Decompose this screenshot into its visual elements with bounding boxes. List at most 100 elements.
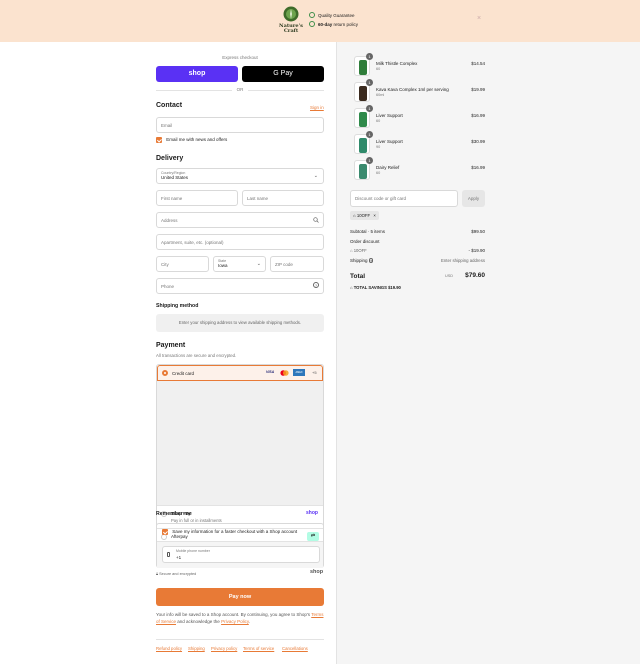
cancellations-link[interactable]: Cancellations — [282, 646, 308, 651]
first-name-field[interactable]: First name — [156, 190, 238, 206]
quantity-badge: 1 — [366, 157, 373, 164]
product-image — [359, 138, 367, 153]
shipping-method-heading: Shipping method — [156, 303, 199, 309]
express-checkout-label: Express checkout — [222, 55, 258, 60]
last-name-field[interactable]: Last name — [242, 190, 324, 206]
remember-me-box: Save my information for a faster checkou… — [156, 523, 324, 568]
more-cards-badge: +5 — [312, 370, 317, 375]
discount-value: - $19.90 — [468, 248, 485, 253]
legal-text: Your info will be saved to a Shop accoun… — [156, 612, 324, 624]
sign-in-link[interactable]: Sign in — [310, 105, 324, 110]
total-label: Total — [350, 273, 366, 280]
privacy-link[interactable]: Privacy Policy — [221, 619, 249, 624]
refund-policy-link[interactable]: Refund policy — [156, 646, 182, 651]
product-variant: 60ml — [376, 93, 385, 97]
news-checkbox[interactable] — [156, 137, 162, 143]
help-icon[interactable]: ? — [368, 258, 374, 263]
product-image — [359, 112, 367, 127]
tag-icon: ⌂ — [353, 213, 356, 218]
shipping-method-note: Enter your shipping address to view avai… — [156, 314, 324, 332]
phone-placeholder: Phone — [161, 284, 175, 289]
city-field[interactable]: City — [156, 256, 209, 272]
search-icon — [313, 217, 319, 223]
email-field[interactable]: Email — [156, 117, 324, 133]
visa-icon: VISA — [266, 370, 275, 374]
quantity-badge: 1 — [366, 131, 373, 138]
product-name: Milk Thistle Complex — [376, 61, 418, 66]
shop-logo: shop — [310, 569, 324, 575]
mastercard-icon — [280, 370, 289, 376]
state-value: Iowa — [218, 263, 228, 268]
mobile-section: Mobile phone number +1 — [157, 541, 323, 568]
or-divider-label: OR — [232, 87, 248, 92]
remember-me-heading: Remember me — [156, 511, 192, 517]
pay-now-button[interactable]: Pay now — [156, 588, 324, 606]
save-info-row[interactable]: Save my information for a faster checkou… — [162, 529, 297, 535]
discount-field[interactable]: Discount code or gift card — [350, 190, 458, 207]
save-info-label: Save my information for a faster checkou… — [172, 529, 298, 535]
brand-logo[interactable]: Nature's Craft — [278, 6, 304, 36]
discount-tag: ⌂ 10OFF × — [350, 211, 379, 220]
shop-pay-button[interactable]: shop — [156, 66, 238, 82]
subtotal-label: Subtotal · 5 items — [350, 229, 386, 234]
total-savings: ⌂ TOTAL SAVINGS $19.90 — [350, 285, 401, 290]
refresh-icon — [309, 21, 315, 27]
mobile-phone-field[interactable]: Mobile phone number +1 — [162, 546, 320, 563]
product-name: Dairy Relief — [376, 165, 400, 170]
product-name: Liver Support — [376, 139, 403, 144]
shop-pay-logo: shop — [306, 510, 318, 516]
credit-card-label: Credit card — [172, 371, 195, 376]
payment-options: Credit card VISA AMEX +5 Shop Pay Pay in… — [156, 364, 324, 544]
chevron-down-icon: ⌄ — [256, 261, 261, 267]
help-icon[interactable]: ? — [313, 282, 319, 288]
shipping-label-row: Shipping ? — [350, 258, 374, 263]
product-image — [359, 164, 367, 179]
close-icon[interactable]: × — [477, 15, 481, 22]
product-thumbnail: 1 — [354, 79, 373, 102]
terms-of-service-link[interactable]: Terms of service — [243, 646, 274, 651]
payment-heading: Payment — [156, 342, 186, 349]
brand-name-2: Craft — [283, 28, 299, 34]
contact-heading: Contact — [156, 102, 183, 109]
return-policy: 60-day return policy — [309, 21, 358, 27]
product-name: Liver Support — [376, 113, 403, 118]
footer-divider — [156, 639, 324, 640]
product-price: $14.54 — [471, 61, 485, 66]
header-banner: Nature's Craft Quality Guarantee 60-day … — [0, 0, 640, 42]
address-field[interactable]: Address — [156, 212, 324, 228]
state-select[interactable]: State Iowa ⌄ — [213, 256, 266, 272]
credit-card-radio[interactable] — [162, 370, 168, 376]
product-name: Kava Kava Complex 1ml per serving — [376, 87, 449, 92]
delivery-heading: Delivery — [156, 155, 184, 162]
apartment-field[interactable]: Apartment, suite, etc. (optional) — [156, 234, 324, 250]
news-checkbox-row[interactable]: Email me with news and offers — [156, 137, 227, 143]
product-price: $16.99 — [471, 165, 485, 170]
lock-icon: 🔒︎ — [156, 572, 159, 576]
product-variant: 60 — [376, 119, 381, 123]
card-form-frame[interactable] — [157, 381, 323, 505]
order-discount-label: Order discount — [350, 239, 380, 244]
apply-button[interactable]: Apply — [462, 190, 485, 207]
shipping-value: Enter shipping address — [441, 258, 485, 263]
product-thumbnail: 1 — [354, 53, 373, 76]
subtotal-value: $99.50 — [471, 229, 485, 234]
chevron-down-icon: ⌄ — [313, 173, 318, 179]
product-price: $19.99 — [471, 87, 485, 92]
save-info-checkbox[interactable] — [162, 529, 168, 535]
product-thumbnail: 1 — [354, 105, 373, 128]
country-select[interactable]: Country/Region United States ⌄ — [156, 168, 324, 184]
credit-card-option[interactable]: Credit card VISA AMEX +5 — [157, 365, 323, 381]
quantity-badge: 1 — [366, 79, 373, 86]
country-value: United States — [161, 175, 189, 180]
payment-subtitle: All transactions are secure and encrypte… — [156, 353, 237, 358]
phone-field[interactable]: Phone ? — [156, 278, 324, 294]
currency-label: USD — [445, 274, 454, 278]
shipping-link[interactable]: Shipping — [188, 646, 205, 651]
google-pay-button[interactable]: G Pay — [242, 66, 324, 82]
total-value: $79.60 — [465, 272, 485, 279]
privacy-policy-link[interactable]: Privacy policy — [211, 646, 237, 651]
product-thumbnail: 1 — [354, 131, 373, 154]
remove-discount-icon[interactable]: × — [373, 213, 376, 218]
zip-field[interactable]: ZIP code — [270, 256, 324, 272]
leaf-logo-icon — [283, 6, 299, 22]
